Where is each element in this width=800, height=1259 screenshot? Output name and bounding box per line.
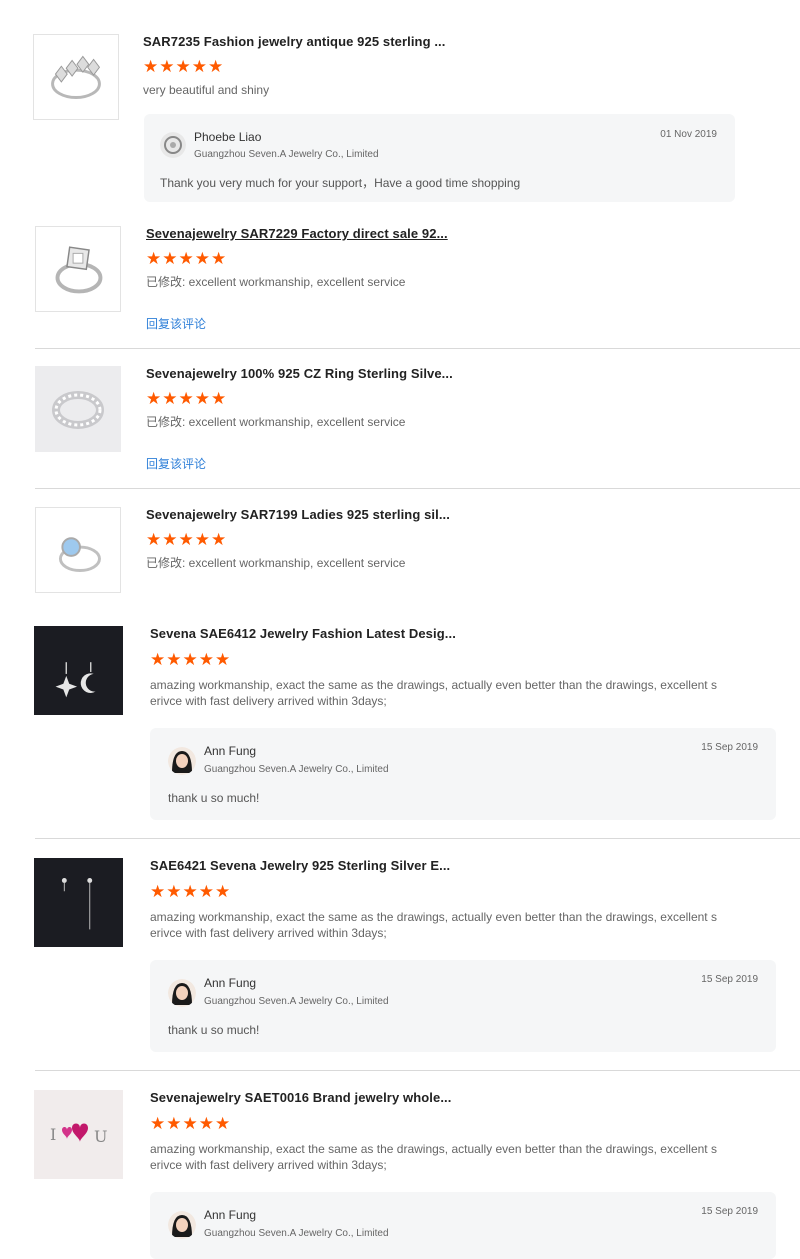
- rating-stars: ★★★★★: [150, 1114, 232, 1133]
- rating-stars: ★★★★★: [150, 882, 232, 901]
- reply-company: Guangzhou Seven.A Jewelry Co., Limited: [204, 996, 389, 1007]
- review-text: very beautiful and shiny: [143, 83, 270, 97]
- reply-date: 15 Sep 2019: [701, 974, 758, 985]
- product-title[interactable]: Sevenajewelry SAR7229 Factory direct sal…: [146, 226, 448, 241]
- seller-reply: Phoebe Liao Guangzhou Seven.A Jewelry Co…: [144, 114, 735, 202]
- rating-stars: ★★★★★: [146, 249, 228, 268]
- reply-link[interactable]: 回复该评论: [146, 315, 206, 332]
- avatar: [168, 979, 196, 1007]
- review-text-line-1: amazing workmanship, exact the same as t…: [150, 678, 717, 692]
- reply-author: Ann Fung: [204, 976, 257, 990]
- product-title[interactable]: Sevenajewelry 100% 925 CZ Ring Sterling …: [146, 366, 453, 381]
- product-title[interactable]: Sevenajewelry SAR7199 Ladies 925 sterlin…: [146, 507, 450, 522]
- divider: [35, 838, 800, 839]
- product-title[interactable]: SAE6421 Sevena Jewelry 925 Sterling Silv…: [150, 858, 450, 873]
- rating-stars: ★★★★★: [143, 57, 225, 76]
- review-text-line-2: erivce with fast delivery arrived within…: [150, 694, 387, 708]
- rating-stars: ★★★★★: [146, 530, 228, 549]
- product-title[interactable]: Sevenajewelry SAET0016 Brand jewelry who…: [150, 1090, 451, 1105]
- reply-message: thank u so much!: [168, 1023, 260, 1037]
- avatar: [168, 1211, 196, 1239]
- rating-stars: ★★★★★: [150, 650, 232, 669]
- product-thumbnail[interactable]: I U: [34, 1090, 123, 1179]
- seller-reply: Ann Fung Guangzhou Seven.A Jewelry Co., …: [150, 1192, 776, 1259]
- product-title[interactable]: SAR7235 Fashion jewelry antique 925 ster…: [143, 34, 445, 49]
- reply-company: Guangzhou Seven.A Jewelry Co., Limited: [194, 149, 379, 160]
- svg-text:I: I: [50, 1125, 56, 1144]
- product-thumbnail[interactable]: [34, 626, 123, 715]
- product-thumbnail[interactable]: [35, 366, 121, 452]
- divider: [35, 488, 800, 489]
- reply-date: 15 Sep 2019: [701, 742, 758, 753]
- reply-company: Guangzhou Seven.A Jewelry Co., Limited: [204, 764, 389, 775]
- review-text-line-1: amazing workmanship, exact the same as t…: [150, 1142, 717, 1156]
- product-thumbnail[interactable]: [35, 226, 121, 312]
- reply-date: 15 Sep 2019: [701, 1206, 758, 1217]
- seller-reply: Ann Fung Guangzhou Seven.A Jewelry Co., …: [150, 960, 776, 1052]
- avatar: [160, 132, 186, 158]
- svg-text:U: U: [94, 1127, 107, 1146]
- reply-company: Guangzhou Seven.A Jewelry Co., Limited: [204, 1228, 389, 1239]
- reply-author: Phoebe Liao: [194, 130, 262, 144]
- avatar: [168, 747, 196, 775]
- review-text-line-1: amazing workmanship, exact the same as t…: [150, 910, 717, 924]
- product-thumbnail[interactable]: [33, 34, 119, 120]
- product-thumbnail[interactable]: [35, 507, 121, 593]
- product-title[interactable]: Sevena SAE6412 Jewelry Fashion Latest De…: [150, 626, 456, 641]
- reply-date: 01 Nov 2019: [660, 129, 717, 140]
- reply-author: Ann Fung: [204, 744, 257, 758]
- divider: [35, 1070, 800, 1071]
- reply-link[interactable]: 回复该评论: [146, 455, 206, 472]
- reply-message: Thank you very much for your support，Hav…: [160, 176, 521, 190]
- review-text-line-2: erivce with fast delivery arrived within…: [150, 1158, 387, 1172]
- review-text: 已修改: excellent workmanship, excellent se…: [146, 415, 406, 429]
- product-thumbnail[interactable]: [34, 858, 123, 947]
- rating-stars: ★★★★★: [146, 389, 228, 408]
- review-text: 已修改: excellent workmanship, excellent se…: [146, 556, 406, 570]
- seller-reply: Ann Fung Guangzhou Seven.A Jewelry Co., …: [150, 728, 776, 820]
- review-text-line-2: erivce with fast delivery arrived within…: [150, 926, 387, 940]
- divider: [35, 348, 800, 349]
- review-text: 已修改: excellent workmanship, excellent se…: [146, 275, 406, 289]
- reply-author: Ann Fung: [204, 1208, 257, 1222]
- reply-message: thank u so much!: [168, 791, 260, 805]
